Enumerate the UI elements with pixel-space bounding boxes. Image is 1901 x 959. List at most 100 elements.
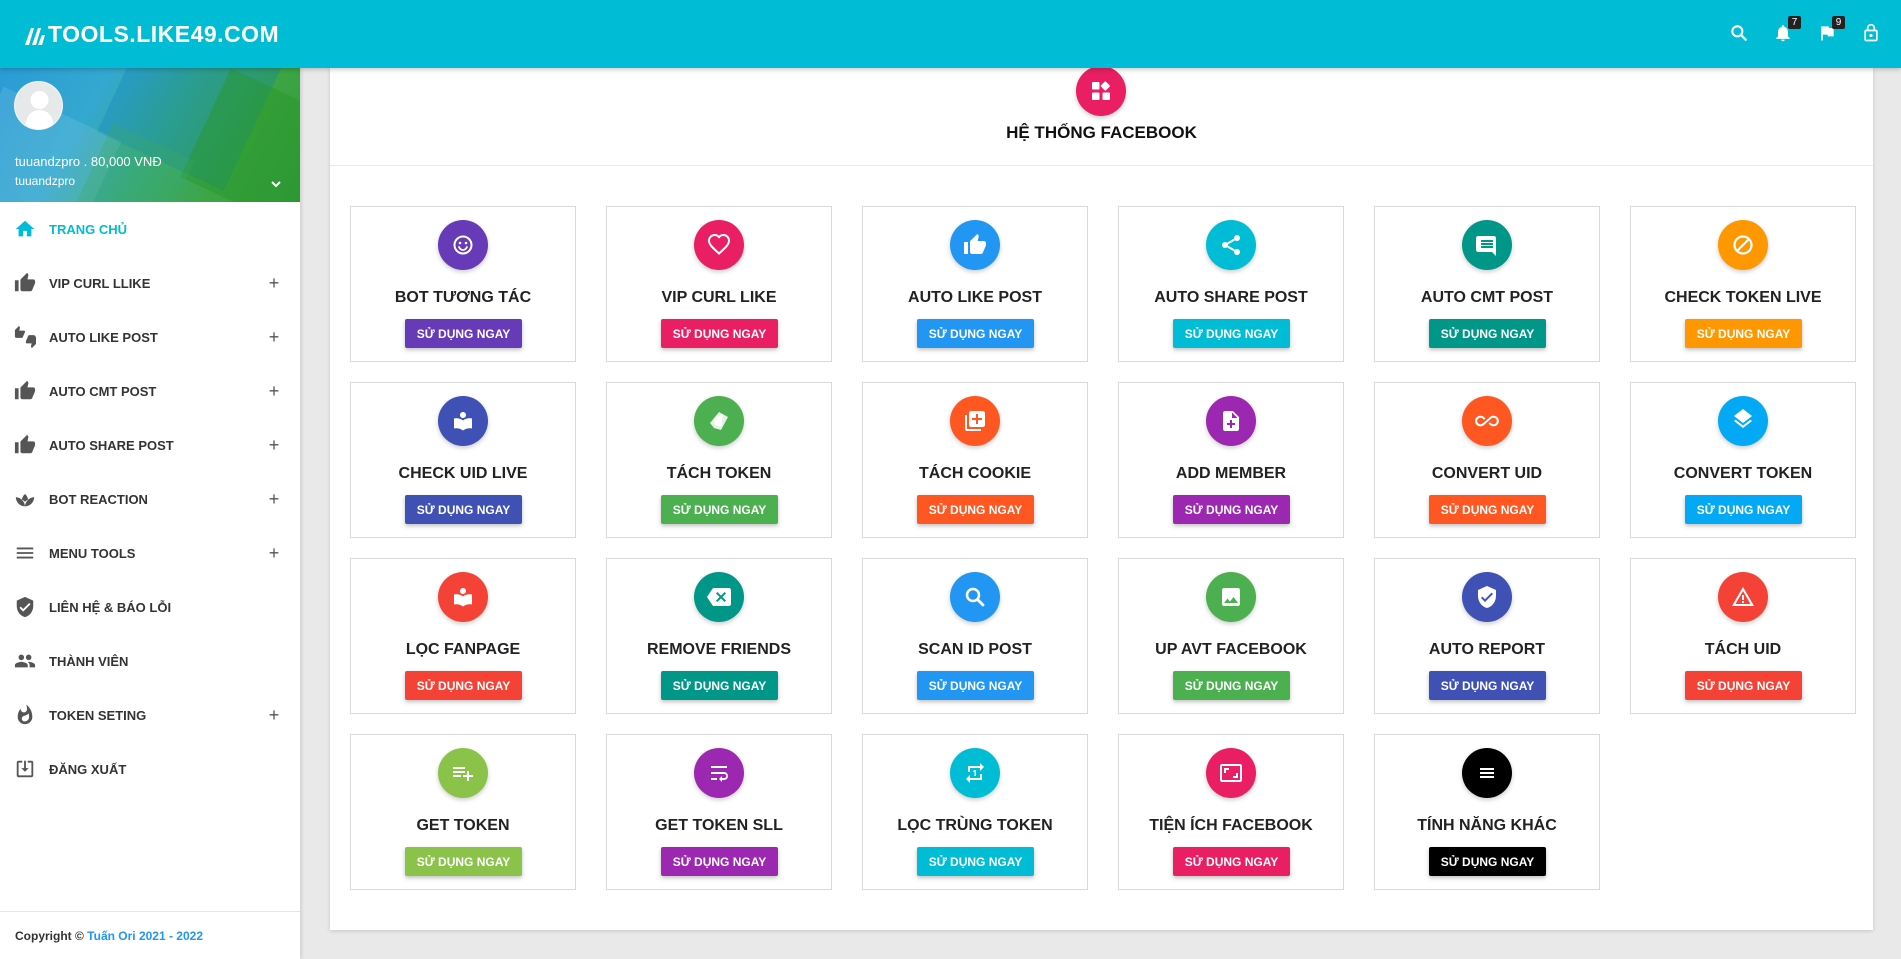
flags-button[interactable]: 9 (1815, 16, 1845, 47)
tools-grid: BOT TƯƠNG TÁC SỬ DỤNG NGAY VIP CURL LIKE SỬ… (350, 206, 1856, 890)
sidebar-item-vip-curl-llike[interactable]: VIP CURL LLIKE + (0, 256, 300, 310)
sidebar-item-label: TRANG CHỦ (49, 221, 127, 237)
use-now-button[interactable]: SỬ DỤNG NGAY (1173, 319, 1290, 348)
list-icon (1462, 748, 1512, 798)
tool-name: BOT TƯƠNG TÁC (394, 289, 532, 306)
tool-name: SCAN ID POST (918, 641, 1032, 658)
tool-card: CONVERT TOKEN SỬ DỤNG NGAY (1630, 382, 1856, 538)
use-now-button[interactable]: SỬ DỤNG NGAY (405, 847, 522, 876)
sidebar-item-li-n-h-b-o-l-i[interactable]: LIÊN HỆ & BÁO LỖI (0, 580, 300, 634)
use-now-button[interactable]: SỬ DỤNG NGAY (1429, 847, 1546, 876)
user-info-panel: tuuandzpro . 80,000 VNĐ tuuandzpro (0, 68, 300, 202)
sidebar-item-auto-cmt-post[interactable]: AUTO CMT POST + (0, 364, 300, 418)
sidebar-item-label: AUTO LIKE POST (49, 329, 158, 345)
people-icon (13, 649, 37, 673)
search-button[interactable] (1727, 19, 1751, 47)
search-icon (1731, 25, 1747, 41)
use-now-button[interactable]: SỬ DỤNG NGAY (405, 671, 522, 700)
tool-name: AUTO REPORT (1428, 641, 1546, 658)
use-now-button[interactable]: SỬ DỤNG NGAY (661, 671, 778, 700)
tool-name: AUTO SHARE POST (1154, 289, 1308, 306)
tool-card: SCAN ID POST SỬ DỤNG NGAY (862, 558, 1088, 714)
tool-name: VIP CURL LIKE (661, 289, 777, 306)
use-now-button[interactable]: SỬ DỤNG NGAY (1685, 495, 1802, 524)
sidebar-item-bot-reaction[interactable]: BOT REACTION + (0, 472, 300, 526)
use-now-button[interactable]: SỬ DỤNG NGAY (661, 847, 778, 876)
lock-button[interactable] (1859, 19, 1883, 47)
plus-icon[interactable]: + (264, 435, 284, 455)
copyright: Copyright © Tuấn Ori 2021 - 2022 (0, 911, 300, 959)
use-now-button[interactable]: SỬ DỤNG NGAY (917, 495, 1034, 524)
avatar[interactable] (14, 81, 63, 130)
playlist-add-icon (438, 748, 488, 798)
tool-card: CHECK UID LIVE SỬ DỤNG NGAY (350, 382, 576, 538)
main-card: HỆ THỐNG FACEBOOK BOT TƯƠNG TÁC SỬ DỤNG N… (330, 66, 1873, 930)
tool-card: TÁCH TOKEN SỬ DỤNG NGAY (606, 382, 832, 538)
thumbs-up-down-icon (13, 325, 37, 349)
tool-card: REMOVE FRIENDS SỬ DỤNG NGAY (606, 558, 832, 714)
shield-check-icon (13, 595, 37, 619)
use-now-button[interactable]: SỬ DỤNG NGAY (1173, 847, 1290, 876)
use-now-button[interactable]: SỬ DỤNG NGAY (917, 319, 1034, 348)
smile-icon (438, 220, 488, 270)
tool-name: CHECK TOKEN LIVE (1664, 289, 1822, 306)
sidebar-item-label: VIP CURL LLIKE (49, 275, 151, 291)
thumb-up-icon (950, 220, 1000, 270)
use-now-button[interactable]: SỬ DỤNG NGAY (1173, 671, 1290, 700)
use-now-button[interactable]: SỬ DỤNG NGAY (1429, 495, 1546, 524)
use-now-button[interactable]: SỬ DỤNG NGAY (1173, 495, 1290, 524)
tool-name: AUTO CMT POST (1420, 289, 1554, 306)
spa-icon (13, 487, 37, 511)
use-now-button[interactable]: SỬ DỤNG NGAY (1685, 319, 1802, 348)
use-now-button[interactable]: SỬ DỤNG NGAY (917, 847, 1034, 876)
use-now-button[interactable]: SỬ DỤNG NGAY (917, 671, 1034, 700)
copyright-prefix: Copyright © (15, 929, 88, 943)
plus-icon[interactable]: + (264, 705, 284, 725)
aspect-ratio-icon (1206, 748, 1256, 798)
use-now-button[interactable]: SỬ DỤNG NGAY (405, 495, 522, 524)
sidebar-item-menu-tools[interactable]: MENU TOOLS + (0, 526, 300, 580)
logout-icon (13, 757, 37, 781)
use-now-button[interactable]: SỬ DỤNG NGAY (661, 319, 778, 348)
brand-logo[interactable]: TOOLS.LIKE49.COM (24, 21, 279, 48)
tool-card: AUTO CMT POST SỬ DỤNG NGAY (1374, 206, 1600, 362)
thumb-up-icon (13, 379, 37, 403)
tool-name: TÁCH COOKIE (919, 465, 1031, 482)
plus-icon[interactable]: + (264, 381, 284, 401)
tool-name: ADD MEMBER (1175, 465, 1287, 482)
plus-icon[interactable]: + (264, 543, 284, 563)
tool-card: CHECK TOKEN LIVE SỬ DỤNG NGAY (1630, 206, 1856, 362)
tool-name: GET TOKEN SLL (655, 817, 783, 834)
note-add-icon (1206, 396, 1256, 446)
sidebar-item-auto-like-post[interactable]: AUTO LIKE POST + (0, 310, 300, 364)
use-now-button[interactable]: SỬ DỤNG NGAY (405, 319, 522, 348)
sidebar-item-ng-xu-t[interactable]: ĐĂNG XUẤT (0, 742, 300, 796)
sidebar-item-label: ĐĂNG XUẤT (49, 761, 127, 777)
wrap-text-icon (694, 748, 744, 798)
sidebar-item-token-seting[interactable]: TOKEN SETING + (0, 688, 300, 742)
user-menu-toggle[interactable] (268, 176, 284, 192)
plus-icon[interactable]: + (264, 273, 284, 293)
top-bar: TOOLS.LIKE49.COM 7 9 (0, 0, 1901, 68)
tool-name: LỌC FANPAGE (405, 641, 521, 658)
copyright-author-link[interactable]: Tuấn Ori 2021 - 2022 (87, 929, 203, 943)
use-now-button[interactable]: SỬ DỤNG NGAY (1429, 319, 1546, 348)
plus-icon[interactable]: + (264, 489, 284, 509)
card-header: HỆ THỐNG FACEBOOK (330, 66, 1873, 166)
search-icon (950, 572, 1000, 622)
sidebar-item-trang-ch[interactable]: TRANG CHỦ (0, 202, 300, 256)
use-now-button[interactable]: SỬ DỤNG NGAY (1685, 671, 1802, 700)
plus-icon[interactable]: + (264, 327, 284, 347)
tool-card: TÁCH COOKIE SỬ DỤNG NGAY (862, 382, 1088, 538)
layers-icon (1718, 396, 1768, 446)
use-now-button[interactable]: SỬ DỤNG NGAY (661, 495, 778, 524)
tool-card: TIỆN ÍCH FACEBOOK SỬ DỤNG NGAY (1118, 734, 1344, 890)
use-now-button[interactable]: SỬ DỤNG NGAY (1429, 671, 1546, 700)
sidebar-item-label: TOKEN SETING (49, 707, 147, 723)
notifications-button[interactable]: 7 (1771, 16, 1801, 47)
sidebar-item-th-nh-vi-n[interactable]: THÀNH VIÊN (0, 634, 300, 688)
book-icon (438, 396, 488, 446)
tool-name: REMOVE FRIENDS (646, 641, 791, 658)
tool-card: LỌC FANPAGE SỬ DỤNG NGAY (350, 558, 576, 714)
sidebar-item-auto-share-post[interactable]: AUTO SHARE POST + (0, 418, 300, 472)
